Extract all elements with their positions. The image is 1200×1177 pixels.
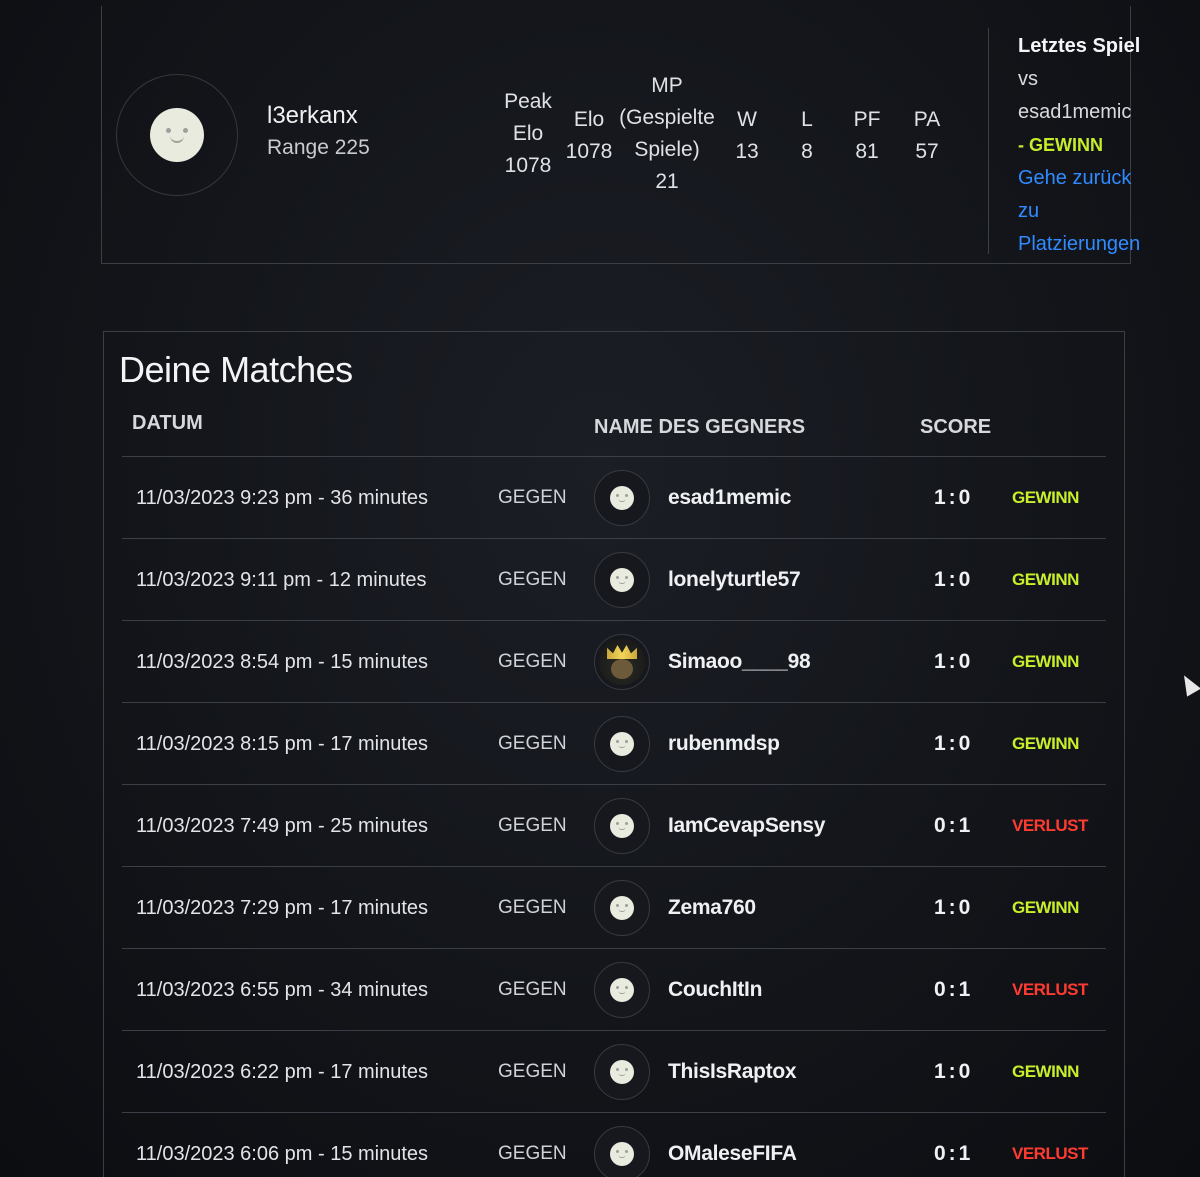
match-score: 1:0	[934, 650, 974, 673]
profile-username: l3erkanx	[267, 102, 358, 129]
match-date: 11/03/2023 7:49 pm - 25 minutes	[136, 814, 429, 837]
opponent-avatar[interactable]	[594, 785, 650, 867]
match-score: 1:0	[934, 896, 974, 919]
opponent-avatar[interactable]	[594, 621, 650, 703]
match-result-badge: VERLUST	[1012, 816, 1088, 835]
match-date: 11/03/2023 6:55 pm - 34 minutes	[136, 978, 429, 1001]
stat-losses: L 8	[801, 108, 813, 163]
opponent-avatar[interactable]	[594, 539, 650, 621]
smiley-icon	[610, 814, 634, 838]
match-row[interactable]: 11/03/2023 7:29 pm - 17 minutes GEGEN Zema…	[122, 866, 1106, 948]
match-result-badge: GEWINN	[1012, 652, 1079, 671]
match-date: 11/03/2023 7:29 pm - 17 minutes	[136, 896, 429, 919]
opponent-name[interactable]: OMaleseFIFA	[668, 1113, 797, 1177]
opponent-name[interactable]: lonelyturtle57	[668, 539, 801, 621]
last-game-result: - GEWINN	[1018, 135, 1103, 155]
match-vs-label: GEGEN	[498, 569, 567, 590]
opponent-avatar[interactable]	[594, 867, 650, 949]
match-vs-label: GEGEN	[498, 651, 567, 672]
smiley-icon	[610, 1060, 634, 1084]
crown-avatar-icon	[599, 639, 645, 685]
smiley-icon	[610, 568, 634, 592]
match-result-badge: VERLUST	[1012, 980, 1088, 999]
opponent-name[interactable]: Zema760	[668, 867, 756, 949]
stat-pf: PF 81	[853, 108, 881, 163]
opponent-name[interactable]: rubenmdsp	[668, 703, 780, 785]
opponent-name[interactable]: ThisIsRaptox	[668, 1031, 797, 1113]
match-date: 11/03/2023 8:54 pm - 15 minutes	[136, 650, 429, 673]
last-game-opponent: esad1memic	[1018, 101, 1132, 123]
match-score: 0:1	[934, 814, 974, 837]
header-date: DATUM	[132, 412, 203, 434]
match-score: 0:1	[934, 1142, 974, 1165]
smiley-icon	[610, 1142, 634, 1166]
match-vs-label: GEGEN	[498, 1143, 567, 1164]
match-result-badge: VERLUST	[1012, 1144, 1088, 1163]
match-result-badge: GEWINN	[1012, 1062, 1079, 1081]
match-vs-label: GEGEN	[498, 487, 567, 508]
match-vs-label: GEGEN	[498, 733, 567, 754]
smiley-icon	[610, 978, 634, 1002]
smiley-icon	[610, 732, 634, 756]
match-row[interactable]: 11/03/2023 8:54 pm - 15 minutes GEGEN Sima…	[122, 620, 1106, 702]
match-date: 11/03/2023 6:22 pm - 17 minutes	[136, 1060, 429, 1083]
match-date: 11/03/2023 9:11 pm - 12 minutes	[136, 568, 427, 591]
profile-divider	[988, 28, 989, 254]
opponent-name[interactable]: CouchItIn	[668, 949, 762, 1031]
mouse-cursor-icon	[1177, 671, 1200, 697]
opponent-avatar[interactable]	[594, 1031, 650, 1113]
opponent-avatar[interactable]	[594, 949, 650, 1031]
match-row[interactable]: 11/03/2023 9:11 pm - 12 minutes GEGEN lone…	[122, 538, 1106, 620]
opponent-name[interactable]: Simaoo____98	[668, 621, 811, 703]
stat-wins: W 13	[735, 108, 759, 163]
matches-title: Deine Matches	[119, 349, 353, 390]
smiley-icon	[610, 486, 634, 510]
stat-mp: MP (Gespielte Spiele) 21	[619, 74, 715, 193]
match-vs-label: GEGEN	[498, 897, 567, 918]
stat-peak-elo: Peak Elo 1078	[504, 90, 552, 177]
match-score: 1:0	[934, 486, 974, 509]
opponent-avatar[interactable]	[594, 1113, 650, 1177]
match-result-badge: GEWINN	[1012, 570, 1079, 589]
opponent-avatar[interactable]	[594, 457, 650, 539]
match-row[interactable]: 11/03/2023 6:55 pm - 34 minutes GEGEN Couc…	[122, 948, 1106, 1030]
match-vs-label: GEGEN	[498, 815, 567, 836]
opponent-name[interactable]: IamCevapSensy	[668, 785, 826, 867]
match-score: 0:1	[934, 978, 974, 1001]
match-vs-label: GEGEN	[498, 1061, 567, 1082]
match-row[interactable]: 11/03/2023 7:49 pm - 25 minutes GEGEN IamC…	[122, 784, 1106, 866]
opponent-name[interactable]: esad1memic	[668, 457, 791, 539]
match-row[interactable]: 11/03/2023 9:23 pm - 36 minutes GEGEN esad…	[122, 456, 1106, 538]
profile-card: l3erkanx Range 225 Peak Elo 1078 Elo 107…	[101, 6, 1140, 264]
stat-pa: PA 57	[913, 108, 941, 163]
last-game-vs: vs	[1018, 68, 1038, 90]
back-to-rankings-link[interactable]: Gehe zurück zu Platzierungen	[1018, 162, 1158, 261]
match-vs-label: GEGEN	[498, 979, 567, 1000]
match-row[interactable]: 11/03/2023 6:22 pm - 17 minutes GEGEN This…	[122, 1030, 1106, 1112]
profile-avatar	[116, 74, 238, 196]
match-row[interactable]: 11/03/2023 6:06 pm - 15 minutes GEGEN OMal…	[122, 1112, 1106, 1177]
profile-rank: Range 225	[267, 136, 370, 159]
match-score: 1:0	[934, 1060, 974, 1083]
last-game-panel: Letztes Spiel vs esad1memic - GEWINN Geh…	[1018, 30, 1158, 261]
matches-card: Deine Matches DATUM NAME DES GEGNERS SCO…	[103, 331, 1125, 1177]
match-score: 1:0	[934, 732, 974, 755]
match-result-badge: GEWINN	[1012, 898, 1079, 917]
match-score: 1:0	[934, 568, 974, 591]
header-opponent: NAME DES GEGNERS	[594, 416, 806, 438]
match-date: 11/03/2023 6:06 pm - 15 minutes	[136, 1142, 429, 1165]
match-row[interactable]: 11/03/2023 8:15 pm - 17 minutes GEGEN rube…	[122, 702, 1106, 784]
smiley-icon	[150, 108, 204, 162]
header-score: SCORE	[920, 416, 992, 438]
match-result-badge: GEWINN	[1012, 488, 1079, 507]
smiley-icon	[610, 896, 634, 920]
match-result-badge: GEWINN	[1012, 734, 1079, 753]
last-game-title: Letztes Spiel	[1018, 35, 1141, 57]
opponent-avatar[interactable]	[594, 703, 650, 785]
match-date: 11/03/2023 9:23 pm - 36 minutes	[136, 486, 429, 509]
match-date: 11/03/2023 8:15 pm - 17 minutes	[136, 732, 429, 755]
